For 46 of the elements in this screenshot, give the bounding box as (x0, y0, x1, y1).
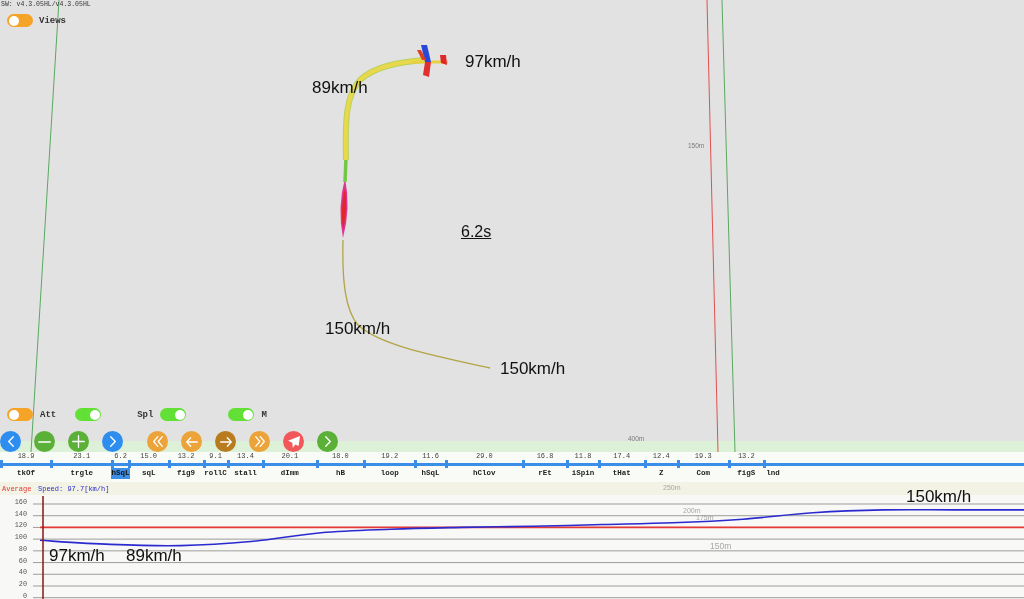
segment-tick (414, 460, 418, 468)
views-toggle[interactable] (7, 14, 33, 27)
toggle-label: M (261, 408, 267, 421)
segment-tick (643, 460, 647, 468)
segment-tick (111, 460, 115, 468)
segment-tick (50, 460, 54, 468)
toggle-label: Att (40, 408, 57, 421)
paper-plane-icon (287, 435, 300, 448)
segment-tick (315, 460, 319, 468)
views-label: Views (39, 14, 66, 27)
speed-label: 97km/h (49, 546, 105, 565)
segment-tick (0, 460, 3, 468)
arrow-right-icon (219, 436, 232, 447)
segment-tick (202, 460, 206, 468)
segment-tick (167, 460, 171, 468)
segment-tick (363, 460, 367, 468)
double-chevron-right-icon (254, 436, 265, 447)
segment-tick (762, 460, 766, 468)
speed-label: 89km/h (126, 546, 182, 565)
speed-label: 97km/h (465, 53, 521, 70)
chevron-right-icon (324, 436, 331, 447)
segment-tick (566, 460, 570, 468)
segment-tick (676, 460, 680, 468)
toggle-switch[interactable] (7, 408, 33, 421)
segment-tick (226, 460, 230, 468)
speed-label: 150km/h (500, 360, 566, 377)
segment-tick (727, 460, 731, 468)
chevron-left-icon (7, 436, 14, 447)
time-label: 6.2s (461, 223, 492, 240)
minus-icon (38, 440, 51, 443)
segment-tick (262, 460, 266, 468)
toggle-label: Spl (137, 408, 154, 421)
toggle-switch[interactable] (160, 408, 187, 421)
chevron-right-icon (109, 436, 116, 447)
airplane-icon (412, 45, 448, 77)
plus-icon (72, 435, 85, 448)
toggle-switch[interactable] (228, 408, 255, 421)
arrow-left-icon (185, 436, 198, 447)
distance-label: 150m (710, 541, 732, 551)
double-chevron-left-icon (152, 436, 163, 447)
speed-label: 150km/h (906, 487, 972, 506)
segment-tick (597, 460, 601, 468)
segment-tick (444, 460, 448, 468)
toggle-switch[interactable] (75, 408, 102, 421)
segment-tick (127, 460, 131, 468)
segment-tick (521, 460, 525, 468)
